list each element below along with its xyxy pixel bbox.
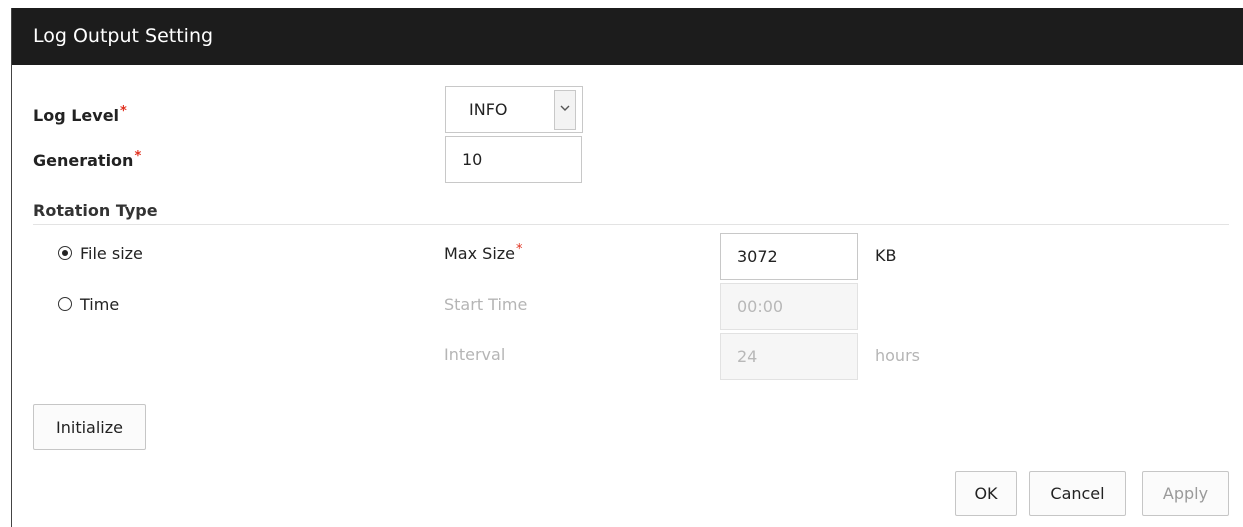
time-radio-label[interactable]: Time	[80, 295, 119, 314]
generation-label-text: Generation	[33, 151, 134, 170]
max-size-input[interactable]	[720, 233, 858, 280]
log-level-label: Log Level*	[33, 104, 127, 125]
cancel-button[interactable]: Cancel	[1029, 471, 1126, 516]
time-radio[interactable]	[58, 297, 72, 311]
apply-button[interactable]: Apply	[1142, 471, 1229, 516]
interval-unit: hours	[875, 346, 920, 365]
required-marker: *	[134, 149, 142, 164]
file-size-radio[interactable]	[58, 246, 72, 260]
log-output-setting-dialog: Log Output Setting Log Level* INFO Gener…	[11, 8, 1243, 527]
section-divider	[33, 224, 1229, 225]
max-size-label-text: Max Size	[444, 244, 516, 263]
rotation-type-label: Rotation Type	[33, 201, 158, 220]
chevron-down-icon[interactable]	[554, 90, 576, 130]
initialize-button[interactable]: Initialize	[33, 404, 146, 450]
log-level-label-text: Log Level	[33, 106, 120, 125]
generation-input[interactable]	[445, 136, 582, 183]
required-marker: *	[120, 104, 127, 119]
start-time-label: Start Time	[444, 295, 528, 314]
max-size-label: Max Size*	[444, 242, 523, 263]
required-marker: *	[516, 242, 523, 257]
start-time-input[interactable]	[720, 283, 858, 330]
ok-button[interactable]: OK	[955, 471, 1017, 516]
interval-label: Interval	[444, 345, 506, 364]
dialog-title: Log Output Setting	[33, 25, 214, 47]
generation-label: Generation*	[33, 149, 142, 170]
interval-input[interactable]	[720, 333, 858, 380]
dialog-titlebar: Log Output Setting	[12, 8, 1243, 65]
log-level-selected-value: INFO	[469, 100, 508, 119]
radio-selected-dot	[61, 249, 68, 256]
file-size-radio-label[interactable]: File size	[80, 244, 143, 263]
max-size-unit: KB	[875, 246, 897, 265]
log-level-select[interactable]: INFO	[445, 86, 583, 133]
